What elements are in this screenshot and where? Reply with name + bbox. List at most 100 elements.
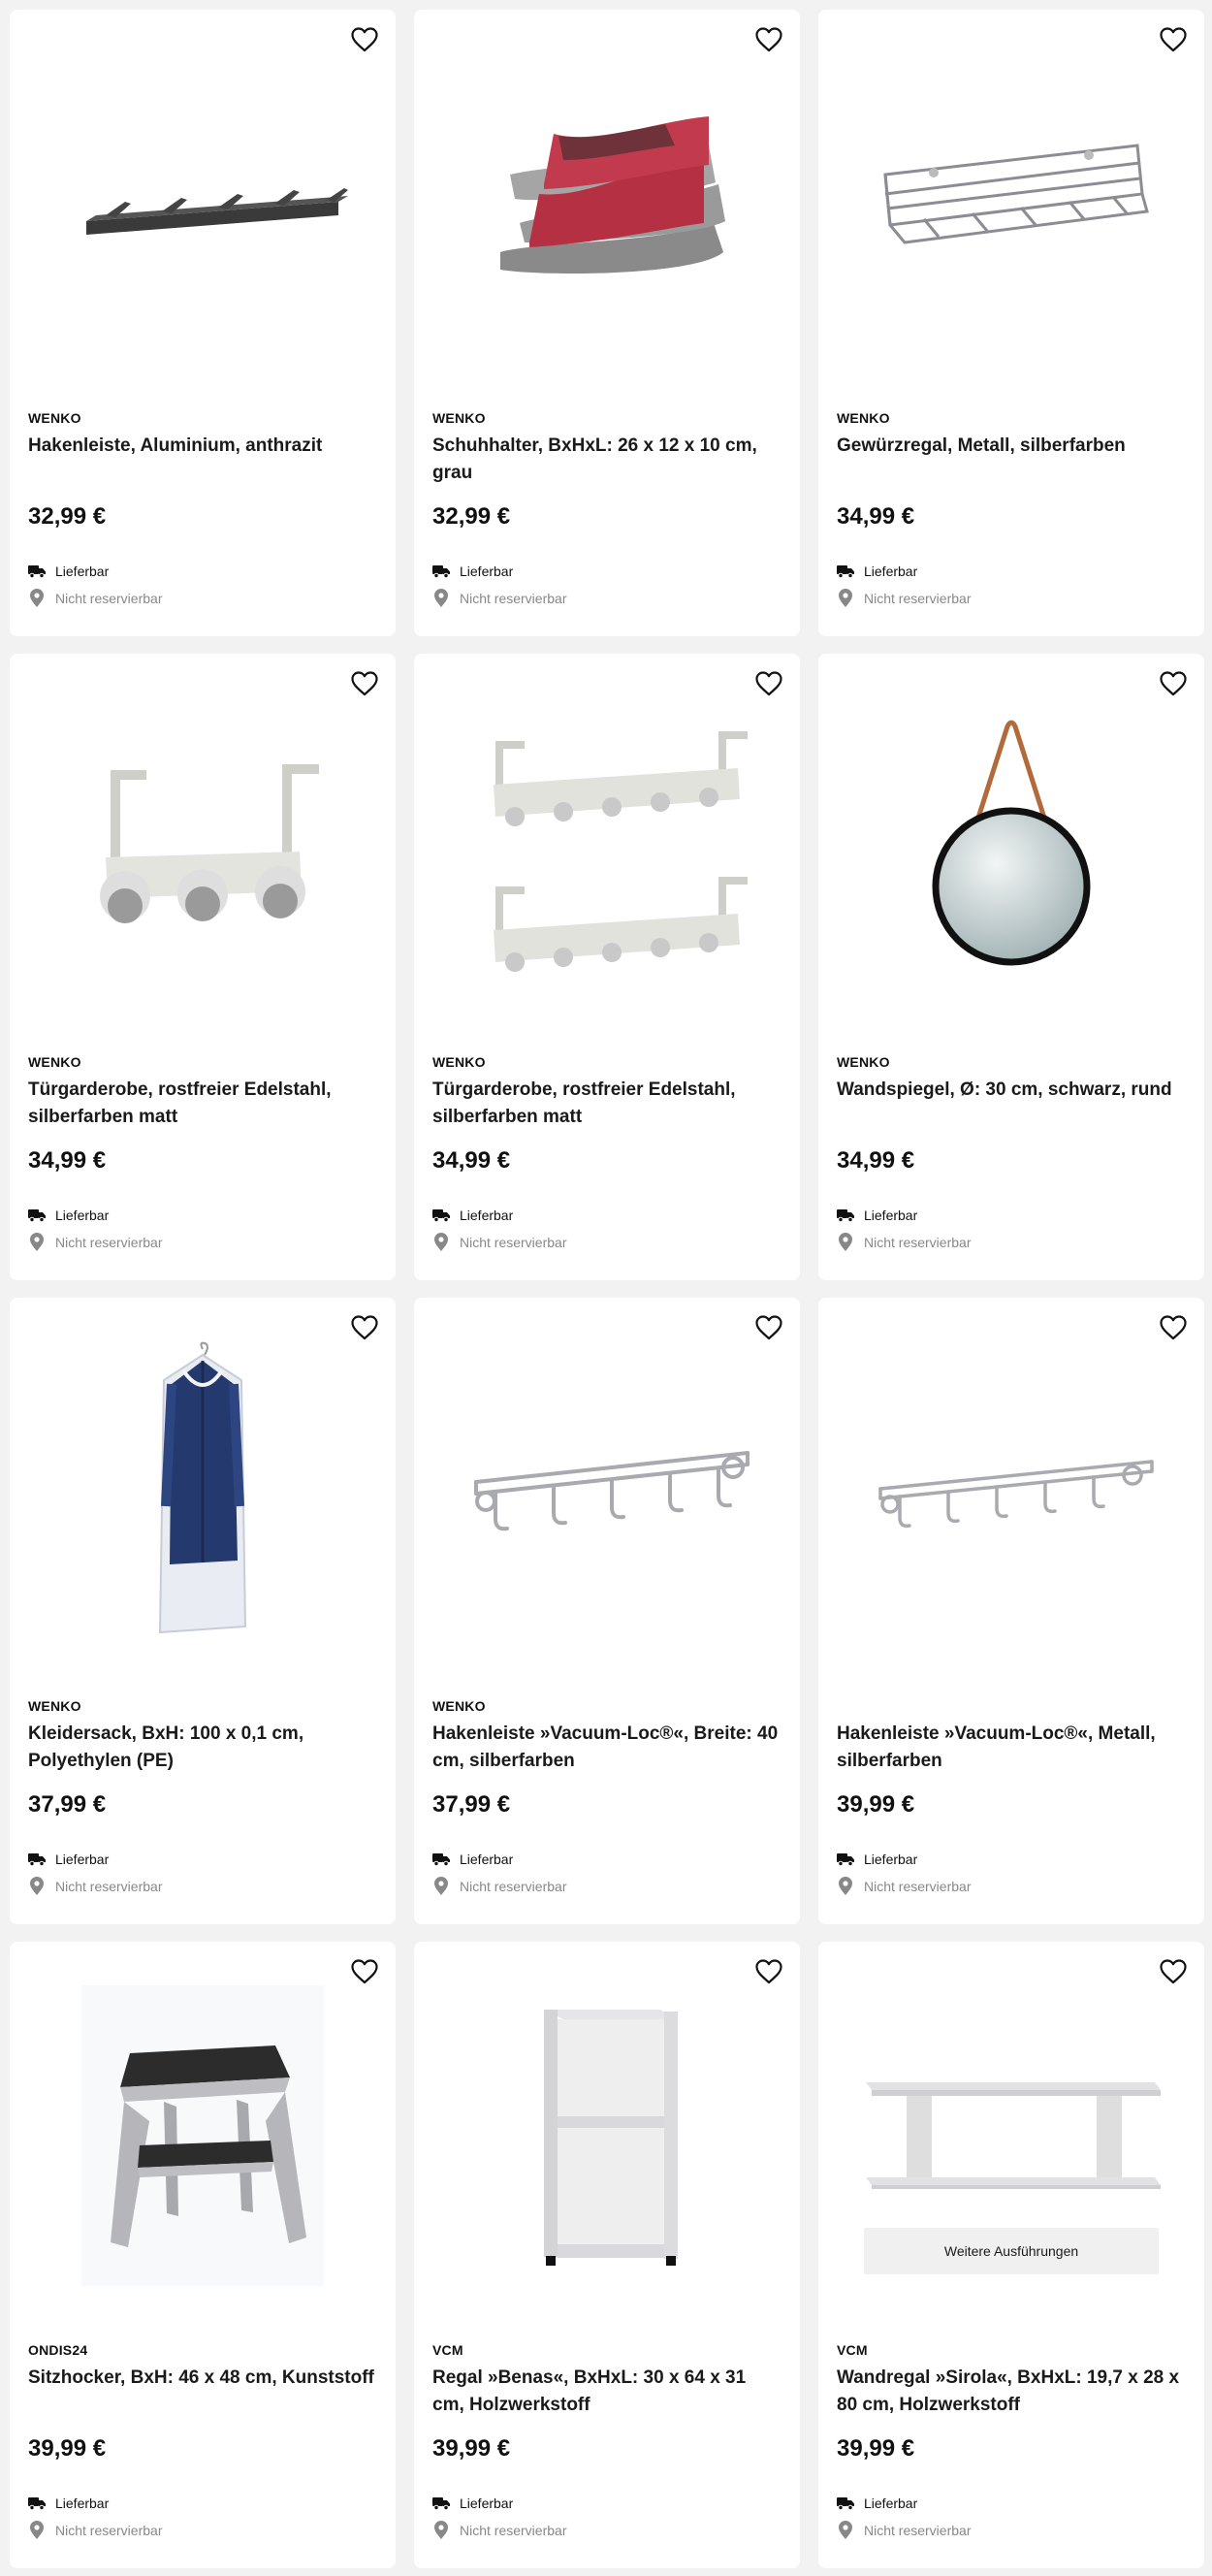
product-card[interactable]: Hakenleiste »Vacuum-Loc®«, Metall, silbe…: [818, 1298, 1204, 1924]
truck-icon: [28, 1209, 46, 1222]
product-title[interactable]: Hakenleiste »Vacuum-Loc®«, Metall, silbe…: [837, 1721, 1186, 1775]
product-title[interactable]: Hakenleiste, Aluminium, anthrazit: [28, 433, 377, 460]
truck-icon: [837, 2497, 854, 2510]
reserve-label: Nicht reservierbar: [864, 1235, 972, 1250]
wishlist-heart-icon[interactable]: [1160, 1959, 1187, 1984]
product-price: 39,99 €: [432, 2435, 511, 2462]
product-price: 39,99 €: [837, 1791, 915, 1818]
product-card[interactable]: WENKO Wandspiegel, Ø: 30 cm, schwarz, ru…: [818, 654, 1204, 1280]
reserve-label: Nicht reservierbar: [55, 1235, 163, 1250]
truck-icon: [432, 2497, 450, 2510]
product-card[interactable]: WENKO Türgarderobe, rostfreier Edelstahl…: [10, 654, 396, 1280]
round-mirror-image: [932, 720, 1091, 966]
product-card[interactable]: WENKO Hakenleiste »Vacuum-Loc®«, Breite:…: [414, 1298, 800, 1924]
delivery-status: Lieferbar: [432, 1208, 513, 1223]
reserve-status: Nicht reservierbar: [837, 1877, 971, 1896]
map-pin-icon: [839, 2521, 852, 2539]
product-card[interactable]: WENKO Kleidersack, BxH: 100 x 0,1 cm, Po…: [10, 1298, 396, 1924]
map-pin-icon: [434, 589, 448, 607]
map-pin-icon: [30, 1877, 44, 1895]
reserve-status: Nicht reservierbar: [432, 1877, 566, 1896]
reserve-label: Nicht reservierbar: [460, 1235, 567, 1250]
reserve-status: Nicht reservierbar: [432, 589, 566, 608]
reserve-status: Nicht reservierbar: [28, 2521, 162, 2540]
product-image[interactable]: [10, 1298, 396, 1686]
wishlist-heart-icon[interactable]: [1160, 1315, 1187, 1340]
product-title[interactable]: Gewürzregal, Metall, silberfarben: [837, 433, 1186, 460]
reserve-status: Nicht reservierbar: [837, 2521, 971, 2540]
product-title[interactable]: Hakenleiste »Vacuum-Loc®«, Breite: 40 cm…: [432, 1721, 781, 1775]
wishlist-heart-icon[interactable]: [351, 1959, 378, 1984]
product-card[interactable]: WENKO Hakenleiste, Aluminium, anthrazit …: [10, 10, 396, 636]
product-card[interactable]: WENKO Gewürzregal, Metall, silberfarben …: [818, 10, 1204, 636]
wishlist-heart-icon[interactable]: [755, 27, 782, 52]
delivery-status: Lieferbar: [28, 2496, 109, 2511]
map-pin-icon: [434, 1877, 448, 1895]
product-title[interactable]: Türgarderobe, rostfreier Edelstahl, silb…: [432, 1077, 781, 1131]
delivery-status: Lieferbar: [837, 1852, 917, 1867]
product-card[interactable]: WENKO Schuhhalter, BxHxL: 26 x 12 x 10 c…: [414, 10, 800, 636]
product-price: 39,99 €: [28, 2435, 107, 2462]
reserve-label: Nicht reservierbar: [460, 591, 567, 606]
product-image[interactable]: [818, 1298, 1204, 1686]
map-pin-icon: [30, 2521, 44, 2539]
delivery-label: Lieferbar: [55, 1208, 110, 1223]
reserve-status: Nicht reservierbar: [28, 1877, 162, 1896]
map-pin-icon: [839, 1233, 852, 1251]
product-image[interactable]: [414, 1298, 800, 1686]
product-title[interactable]: Schuhhalter, BxHxL: 26 x 12 x 10 cm, gra…: [432, 433, 781, 487]
product-image[interactable]: [414, 10, 800, 398]
product-title[interactable]: Wandregal »Sirola«, BxHxL: 19,7 x 28 x 8…: [837, 2365, 1186, 2419]
wishlist-heart-icon[interactable]: [755, 671, 782, 696]
product-title[interactable]: Kleidersack, BxH: 100 x 0,1 cm, Polyethy…: [28, 1721, 377, 1775]
reserve-label: Nicht reservierbar: [460, 1879, 567, 1894]
product-title[interactable]: Türgarderobe, rostfreier Edelstahl, silb…: [28, 1077, 377, 1131]
product-title[interactable]: Wandspiegel, Ø: 30 cm, schwarz, rund: [837, 1077, 1186, 1104]
truck-icon: [837, 1209, 854, 1222]
wishlist-heart-icon[interactable]: [351, 1315, 378, 1340]
product-brand: WENKO: [28, 410, 81, 426]
product-price: 34,99 €: [28, 1147, 107, 1174]
product-image[interactable]: [10, 1942, 396, 2330]
product-card[interactable]: ONDIS24 Sitzhocker, BxH: 46 x 48 cm, Kun…: [10, 1942, 396, 2568]
product-title[interactable]: Sitzhocker, BxH: 46 x 48 cm, Kunststoff: [28, 2365, 377, 2392]
wishlist-heart-icon[interactable]: [1160, 671, 1187, 696]
product-image[interactable]: [10, 10, 396, 398]
product-brand: WENKO: [432, 1054, 486, 1070]
product-image[interactable]: [414, 1942, 800, 2330]
map-pin-icon: [434, 1233, 448, 1251]
reserve-label: Nicht reservierbar: [55, 2523, 163, 2538]
more-variants-button[interactable]: Weitere Ausführungen: [864, 2228, 1159, 2274]
wishlist-heart-icon[interactable]: [755, 1315, 782, 1340]
delivery-label: Lieferbar: [55, 2496, 110, 2511]
reserve-status: Nicht reservierbar: [837, 589, 971, 608]
product-brand: WENKO: [432, 1698, 486, 1714]
product-card[interactable]: WENKO Türgarderobe, rostfreier Edelstahl…: [414, 654, 800, 1280]
reserve-status: Nicht reservierbar: [28, 589, 162, 608]
delivery-status: Lieferbar: [837, 2496, 917, 2511]
wishlist-heart-icon[interactable]: [351, 671, 378, 696]
truck-icon: [432, 1853, 450, 1866]
delivery-label: Lieferbar: [864, 564, 918, 579]
shelf-benas-image: [544, 2010, 680, 2266]
wishlist-heart-icon[interactable]: [755, 1959, 782, 1984]
map-pin-icon: [839, 1877, 852, 1895]
product-title[interactable]: Regal »Benas«, BxHxL: 30 x 64 x 31 cm, H…: [432, 2365, 781, 2419]
product-brand: VCM: [432, 2342, 463, 2358]
door-hook-image: [100, 764, 319, 923]
step-stool-image: [81, 1985, 324, 2286]
product-image[interactable]: [818, 10, 1204, 398]
wishlist-heart-icon[interactable]: [1160, 27, 1187, 52]
delivery-label: Lieferbar: [864, 2496, 918, 2511]
delivery-label: Lieferbar: [55, 1852, 110, 1867]
product-image[interactable]: [414, 654, 800, 1042]
wishlist-heart-icon[interactable]: [351, 27, 378, 52]
product-brand: ONDIS24: [28, 2342, 88, 2358]
product-card[interactable]: VCM Regal »Benas«, BxHxL: 30 x 64 x 31 c…: [414, 1942, 800, 2568]
product-card[interactable]: Weitere Ausführungen VCM Wandregal »Siro…: [818, 1942, 1204, 2568]
reserve-label: Nicht reservierbar: [55, 591, 163, 606]
chrome-hook-rail-image: [474, 1451, 750, 1531]
reserve-status: Nicht reservierbar: [432, 2521, 566, 2540]
product-image[interactable]: [818, 654, 1204, 1042]
product-image[interactable]: [10, 654, 396, 1042]
